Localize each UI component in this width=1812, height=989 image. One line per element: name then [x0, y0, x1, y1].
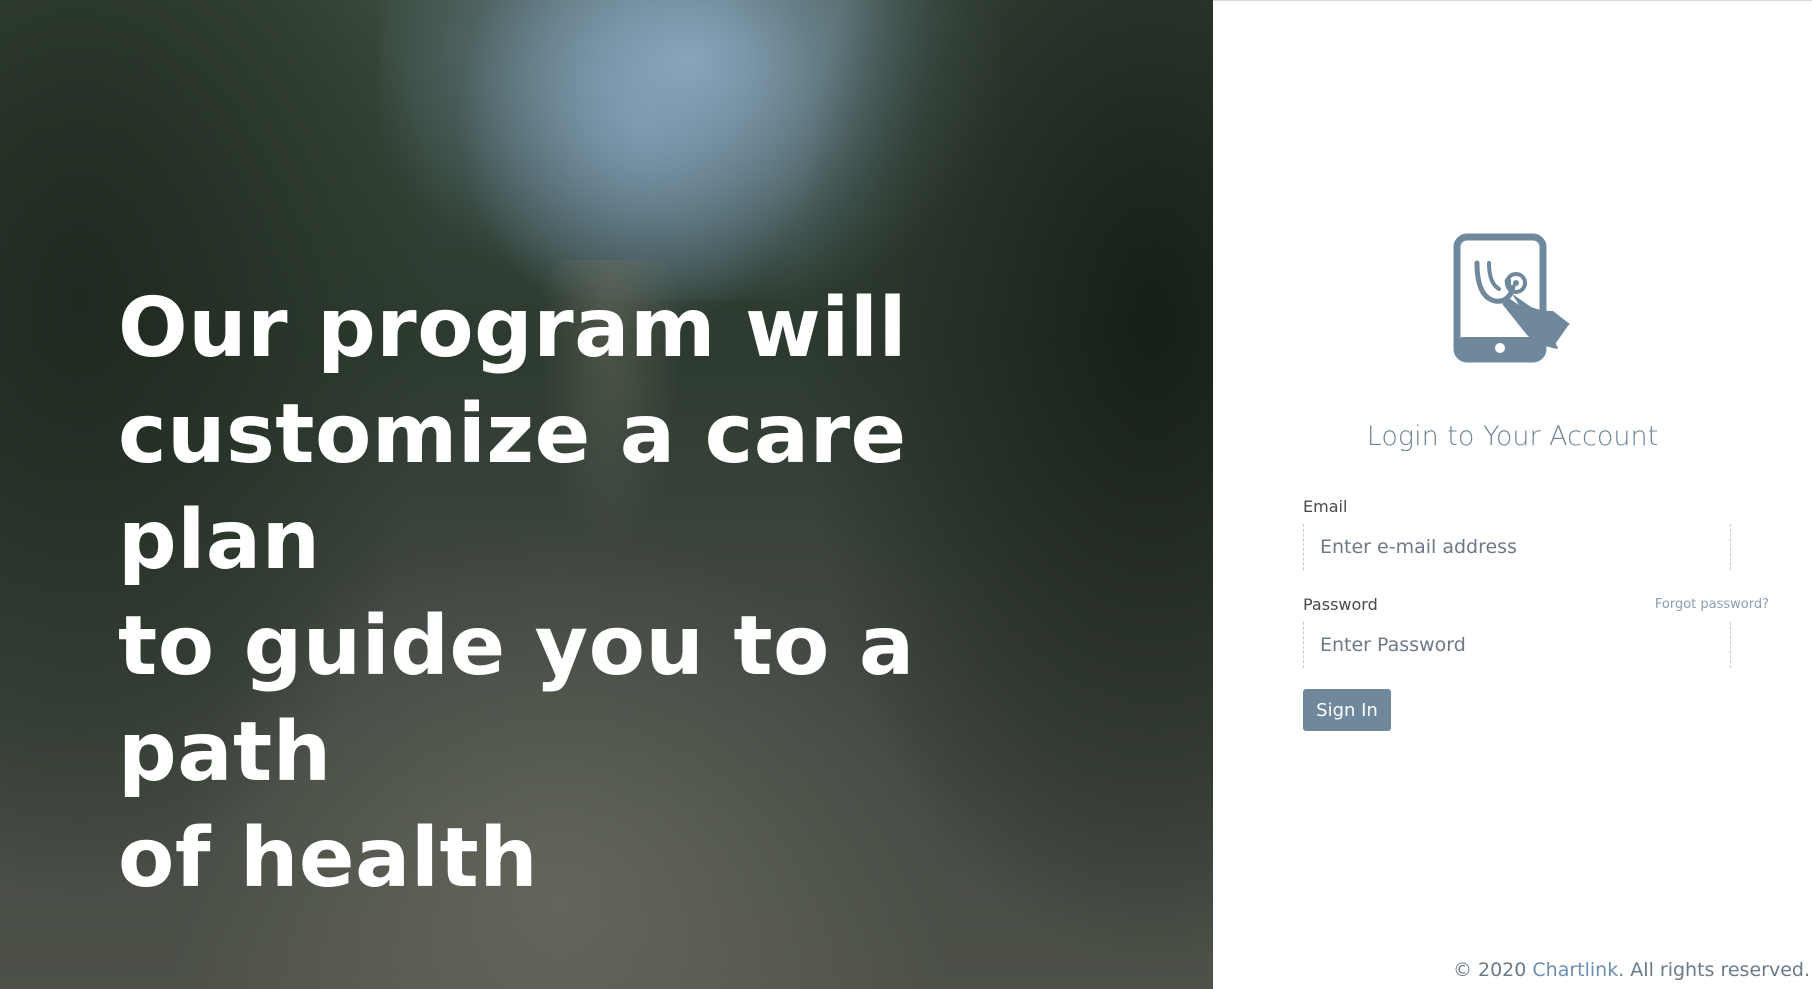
hero-headline: Our program will customize a care plan t… — [118, 276, 1078, 912]
footer-copyright: © 2020 Chartlink. All rights reserved. — [1453, 959, 1810, 981]
hero-headline-line: to guide you to a path — [118, 599, 915, 800]
login-panel: Login to Your Account Email Password For… — [1213, 0, 1812, 989]
password-field[interactable] — [1303, 622, 1731, 668]
hero-headline-line: customize a care plan — [118, 387, 907, 588]
password-label: Password — [1303, 595, 1378, 614]
login-title: Login to Your Account — [1366, 421, 1659, 452]
footer-suffix: . All rights reserved. — [1618, 959, 1810, 981]
hero-panel: Our program will customize a care plan t… — [0, 0, 1213, 989]
email-field[interactable] — [1303, 524, 1731, 570]
sign-in-button[interactable]: Sign In — [1303, 689, 1391, 731]
tablet-stethoscope-icon — [1453, 233, 1581, 363]
hero-headline-line: of health — [118, 811, 539, 906]
hero-headline-line: Our program will — [118, 281, 908, 376]
forgot-password-link[interactable]: Forgot password? — [1655, 597, 1769, 612]
email-label: Email — [1303, 497, 1348, 516]
footer-prefix: © 2020 — [1452, 959, 1533, 981]
footer-brand-link[interactable]: Chartlink — [1532, 959, 1618, 981]
